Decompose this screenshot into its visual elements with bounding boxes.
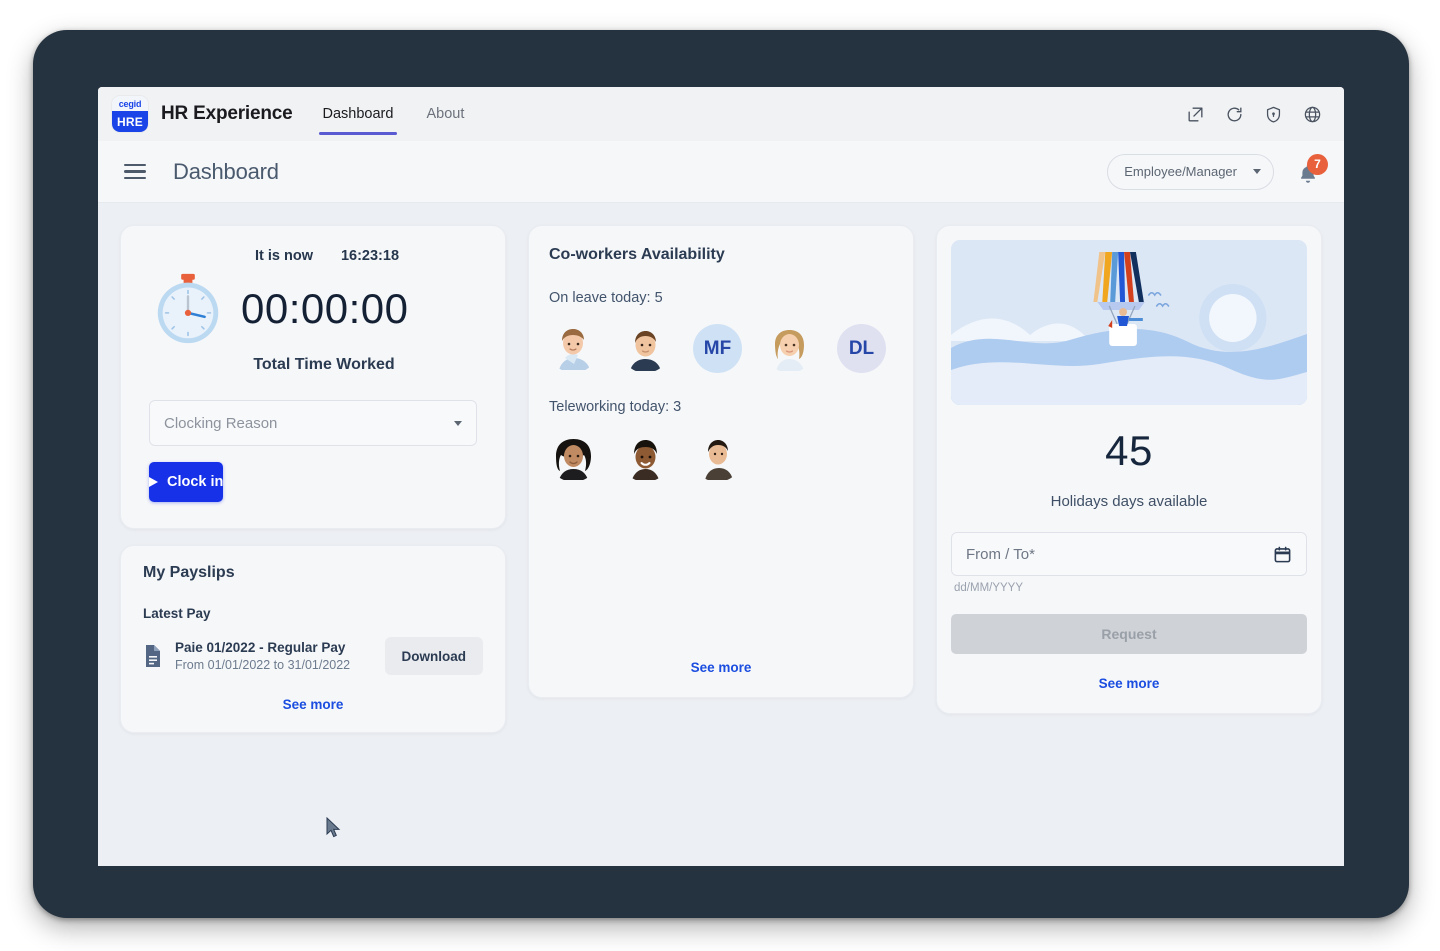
date-format-hint: dd/MM/YYYY <box>954 582 1024 594</box>
chevron-down-icon <box>1253 169 1261 174</box>
coworkers-title: Co-workers Availability <box>549 246 725 263</box>
date-range-placeholder: From / To* <box>966 545 1035 563</box>
payslips-see-more-link[interactable]: See more <box>143 697 483 712</box>
clocking-reason-placeholder: Clocking Reason <box>164 414 278 432</box>
nav-item-dashboard[interactable]: Dashboard <box>318 87 398 141</box>
payslip-date-range: From 01/01/2022 to 31/01/2022 <box>175 658 351 672</box>
teleworking-label: Teleworking today: 3 <box>549 399 682 415</box>
current-time-value: 16:23:18 <box>340 248 400 264</box>
avatar[interactable] <box>693 433 742 482</box>
date-range-input[interactable]: From / To* <box>951 532 1307 576</box>
time-clock-card: It is now 16:23:18 00:00:00 Total Time W… <box>120 225 506 529</box>
current-time-row: It is now 16:23:18 <box>149 248 477 264</box>
coworkers-see-more-link[interactable]: See more <box>549 660 893 675</box>
notification-badge: 7 <box>1307 153 1328 175</box>
page-header: Dashboard Employee/Manager 7 <box>98 141 1344 203</box>
holidays-see-more-link[interactable]: See more <box>951 676 1307 691</box>
payslip-info: Paie 01/2022 - Regular Pay From 01/01/20… <box>175 640 373 672</box>
it-is-now-label: It is now <box>254 248 313 264</box>
on-leave-label: On leave today: 5 <box>549 290 663 306</box>
menu-icon[interactable] <box>124 160 146 184</box>
external-link-icon[interactable] <box>1186 105 1205 124</box>
app-top-bar: cegid HRE HR Experience Dashboard About <box>98 87 1344 141</box>
left-column: It is now 16:23:18 00:00:00 Total Time W… <box>120 225 506 733</box>
avatar[interactable] <box>549 433 598 482</box>
screen: cegid HRE HR Experience Dashboard About <box>98 87 1344 866</box>
clock-in-button[interactable]: Clock in <box>149 462 224 502</box>
role-selector[interactable]: Employee/Manager <box>1107 153 1274 190</box>
tablet-device-frame: cegid HRE HR Experience Dashboard About <box>33 30 1409 918</box>
app-title: HR Experience <box>161 103 293 124</box>
document-icon <box>143 644 163 668</box>
header-right-group: Employee/Manager 7 <box>1107 153 1328 190</box>
dashboard-content: It is now 16:23:18 00:00:00 Total Time W… <box>98 203 1344 866</box>
nav-item-about[interactable]: About <box>422 87 468 141</box>
stopwatch-icon <box>149 270 227 348</box>
top-bar-icons <box>1186 105 1322 124</box>
timer-value: 00:00:00 <box>241 285 409 332</box>
shield-icon[interactable] <box>1264 105 1283 124</box>
holidays-card: 45 Holidays days available From / To* dd… <box>936 225 1322 714</box>
on-leave-avatars: MF DL <box>549 324 893 373</box>
hot-air-balloon-illustration <box>951 240 1307 405</box>
coworkers-availability-card: Co-workers Availability On leave today: … <box>528 225 914 698</box>
teleworking-avatars <box>549 433 893 482</box>
timer-row: 00:00:00 <box>149 270 477 348</box>
avatar[interactable] <box>621 324 670 373</box>
clock-in-label: Clock in <box>167 474 224 490</box>
payslip-name: Paie 01/2022 - Regular Pay <box>175 640 346 655</box>
total-time-worked-label: Total Time Worked <box>253 356 395 373</box>
main-nav: Dashboard About <box>318 87 494 141</box>
avatar-initials-dl[interactable]: DL <box>837 324 886 373</box>
logo-top-text: cegid <box>112 96 148 111</box>
avatar-initials-mf[interactable]: MF <box>693 324 742 373</box>
globe-icon[interactable] <box>1303 105 1322 124</box>
latest-pay-label: Latest Pay <box>143 606 211 621</box>
role-selector-label: Employee/Manager <box>1124 164 1237 179</box>
my-payslips-card: My Payslips Latest Pay Paie 01/2022 - Re… <box>120 545 506 733</box>
logo-bottom-text: HRE <box>112 111 148 132</box>
clocking-reason-select[interactable]: Clocking Reason <box>149 400 477 446</box>
notifications-button[interactable]: 7 <box>1296 153 1328 187</box>
calendar-icon[interactable] <box>1273 545 1292 564</box>
cegid-hre-logo[interactable]: cegid HRE <box>112 96 148 132</box>
avatar[interactable] <box>765 324 814 373</box>
holidays-days-value: 45 <box>1105 427 1153 474</box>
avatar[interactable] <box>621 433 670 482</box>
chevron-down-icon <box>454 420 462 426</box>
payslip-row: Paie 01/2022 - Regular Pay From 01/01/20… <box>143 637 483 675</box>
right-column: 45 Holidays days available From / To* dd… <box>936 225 1322 714</box>
payslips-title: My Payslips <box>143 564 235 581</box>
page-title: Dashboard <box>173 158 279 184</box>
request-button[interactable]: Request <box>951 614 1307 654</box>
avatar[interactable] <box>549 324 598 373</box>
play-icon <box>149 477 158 487</box>
refresh-icon[interactable] <box>1225 105 1244 124</box>
middle-column: Co-workers Availability On leave today: … <box>528 225 914 698</box>
holidays-days-label: Holidays days available <box>1050 493 1208 510</box>
download-button[interactable]: Download <box>384 637 483 675</box>
